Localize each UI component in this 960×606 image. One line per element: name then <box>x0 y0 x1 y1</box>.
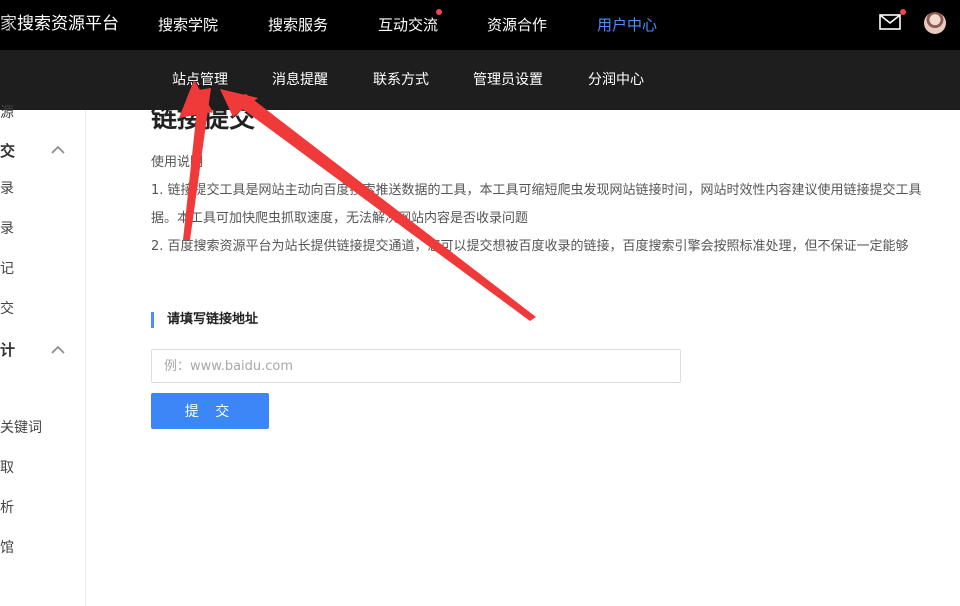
usage-title: 使用说明 <box>151 155 204 170</box>
chevron-up-icon[interactable] <box>50 145 66 155</box>
topnav-item-community[interactable]: 互动交流 <box>378 15 438 35</box>
usage-line-3: 2. 百度搜索资源平台为站长提供链接提交通道，您可以提交想被百度收录的链接，百度… <box>151 239 909 254</box>
sidebar-item[interactable]: 馆 <box>0 539 14 557</box>
mail-notification-dot <box>900 9 906 15</box>
subnav-item-revenue-center[interactable]: 分润中心 <box>588 70 644 90</box>
platform-logo-text[interactable]: 搜索资源平台 <box>17 13 119 35</box>
main-content: 链接提交 使用说明 1. 链接提交工具是网站主动向百度搜索推送数据的工具，本工具… <box>87 110 960 606</box>
chevron-up-icon[interactable] <box>50 345 66 355</box>
sidebar-item[interactable]: 析 <box>0 499 14 517</box>
sidebar-item[interactable]: 记 <box>0 260 14 278</box>
sidebar-item-keywords[interactable]: 关键词 <box>0 419 42 437</box>
community-notification-dot <box>436 9 442 15</box>
topnav-item-services[interactable]: 搜索服务 <box>268 15 328 35</box>
topnav-item-user-center[interactable]: 用户中心 <box>597 15 657 35</box>
sidebar: 源 交 录 录 记 交 计 关键词 取 析 馆 <box>0 105 86 606</box>
top-header: 家 搜索资源平台 搜索学院 搜索服务 互动交流 资源合作 用户中心 <box>0 0 960 50</box>
subnav-item-admin-settings[interactable]: 管理员设置 <box>473 70 543 90</box>
usage-line-2: 据。本工具可加快爬虫抓取速度，无法解决网站内容是否收录问题 <box>151 211 529 226</box>
sidebar-item[interactable]: 取 <box>0 459 14 477</box>
sidebar-group-submit[interactable]: 交 <box>0 142 15 160</box>
avatar[interactable] <box>924 12 946 34</box>
sidebar-item[interactable]: 录 <box>0 220 14 238</box>
sidebar-group-stats[interactable]: 计 <box>0 341 15 359</box>
sidebar-item[interactable]: 交 <box>0 300 14 318</box>
section-title: 请填写链接地址 <box>167 312 259 327</box>
subnav-item-contact-info[interactable]: 联系方式 <box>373 70 429 90</box>
page-title: 链接提交 <box>151 110 256 134</box>
url-input[interactable] <box>151 349 681 383</box>
subnav-item-message-reminders[interactable]: 消息提醒 <box>272 70 328 90</box>
submit-button[interactable]: 提 交 <box>151 393 269 429</box>
sub-navigation: 站点管理 消息提醒 联系方式 管理员设置 分润中心 <box>0 50 960 110</box>
subnav-item-site-management[interactable]: 站点管理 <box>172 70 228 90</box>
topnav-item-academy[interactable]: 搜索学院 <box>158 15 218 35</box>
topnav-item-cooperation[interactable]: 资源合作 <box>487 15 547 35</box>
sidebar-item[interactable]: 录 <box>0 180 14 198</box>
usage-line-1: 1. 链接提交工具是网站主动向百度搜索推送数据的工具，本工具可缩短爬虫发现网站链… <box>151 183 922 198</box>
logo-divider <box>9 17 10 31</box>
mail-icon[interactable] <box>879 14 901 30</box>
sidebar-item[interactable]: 源 <box>0 104 14 122</box>
section-accent-bar <box>151 312 154 328</box>
